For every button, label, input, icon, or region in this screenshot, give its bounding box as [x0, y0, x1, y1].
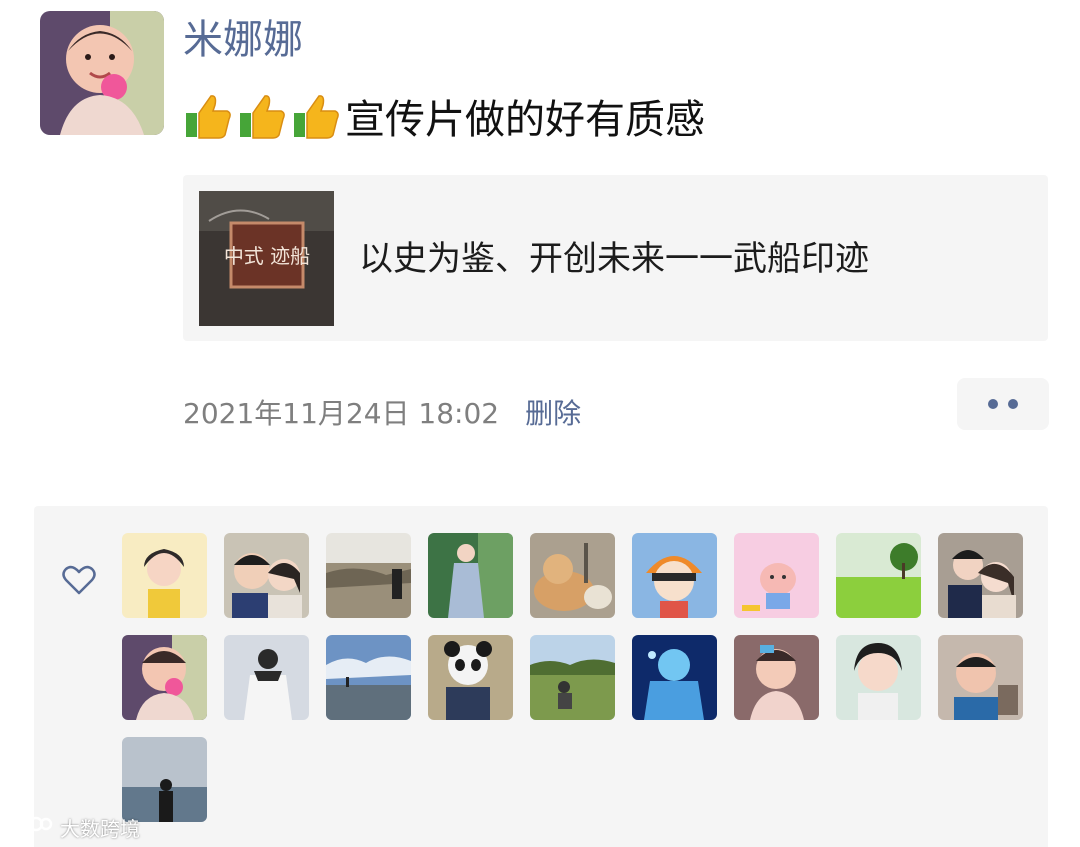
post-timestamp: 2021年11月24日 18:02: [183, 397, 500, 430]
liker-avatar[interactable]: [530, 533, 615, 618]
liker-avatar[interactable]: [122, 635, 207, 720]
liker-avatar[interactable]: [428, 533, 513, 618]
likes-panel: [34, 506, 1048, 847]
watermark-text: 大数跨境: [60, 816, 140, 841]
link-title: 以史为鉴、开创未来一一武船印迹: [359, 239, 869, 279]
post-text: 宣传片做的好有质感: [345, 97, 705, 143]
more-dot-icon: [1008, 399, 1018, 409]
liker-avatar[interactable]: [836, 635, 921, 720]
author-avatar[interactable]: [40, 11, 164, 135]
liker-avatar[interactable]: [632, 533, 717, 618]
liker-avatar[interactable]: [428, 635, 513, 720]
liker-avatar[interactable]: [326, 635, 411, 720]
liker-avatar[interactable]: [530, 635, 615, 720]
liker-avatar[interactable]: [938, 635, 1023, 720]
thumbs-up-icon: [291, 91, 341, 141]
liker-avatar[interactable]: [734, 635, 819, 720]
liker-avatar[interactable]: [122, 737, 207, 822]
author-name[interactable]: 米娜娜: [183, 14, 303, 66]
more-dot-icon: [988, 399, 998, 409]
watermark-logo-icon: [11, 816, 53, 839]
liker-avatar[interactable]: [632, 635, 717, 720]
delete-button[interactable]: 删除: [525, 392, 581, 432]
liker-avatar[interactable]: [938, 533, 1023, 618]
shared-link-card[interactable]: 中式 迹船 以史为鉴、开创未来一一武船印迹: [183, 175, 1048, 341]
thumbs-up-icon: [183, 91, 233, 141]
thumbs-up-icon: [237, 91, 287, 141]
watermark: 大数跨境: [10, 812, 140, 842]
liker-avatar[interactable]: [734, 533, 819, 618]
liker-avatar[interactable]: [224, 635, 309, 720]
liker-avatar[interactable]: [326, 533, 411, 618]
liker-avatar[interactable]: [122, 533, 207, 618]
heart-outline-icon: [62, 565, 96, 595]
link-thumbnail: 中式 迹船: [199, 191, 334, 326]
liker-avatar[interactable]: [836, 533, 921, 618]
liker-avatar[interactable]: [224, 533, 309, 618]
post-content: 宣传片做的好有质感: [183, 84, 705, 148]
post-meta: 2021年11月24日 18:02 删除: [183, 390, 581, 434]
more-actions-button[interactable]: [957, 378, 1049, 430]
link-thumb-text: 中式 迹船: [224, 244, 310, 268]
